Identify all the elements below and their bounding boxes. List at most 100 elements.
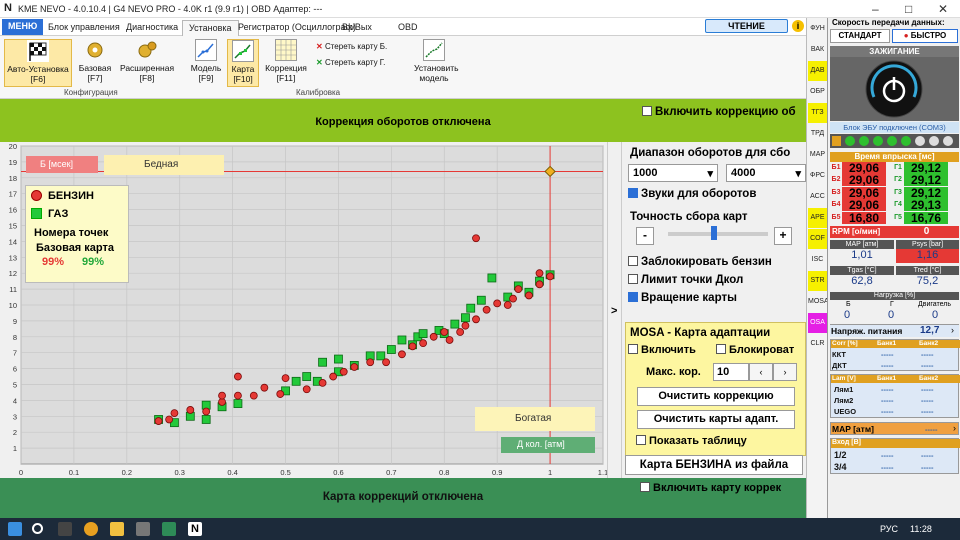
mosa-enable-checkbox[interactable]: Включить [628,344,696,356]
checkbox-box[interactable] [628,256,638,266]
gas-percent: 99% [82,256,105,268]
maximize-button[interactable]: □ [905,2,912,16]
map-button[interactable]: Карта [F10] [227,39,259,87]
app-icon-1[interactable] [136,522,150,536]
show-table-checkbox[interactable]: Показать таблицу [636,435,747,447]
sidenav-фрс[interactable]: ФРС [808,166,827,186]
standard-speed-button[interactable]: СТАНДАРТ [830,29,890,43]
menu-tab-main[interactable]: МЕНЮ [2,19,44,35]
sidenav-str[interactable]: STR [808,271,827,291]
erase-petrol-map-button[interactable]: ✕ Стереть карту Б. [316,42,387,51]
petrol-injection-value: 29,06 [842,162,886,174]
chrome-icon[interactable] [84,522,98,536]
checkbox-box[interactable] [640,482,650,492]
y-tick-label: 4 [13,396,17,405]
point-limit-checkbox[interactable]: Лимит точки Дкол [628,274,743,286]
close-button[interactable]: ✕ [938,2,948,16]
checkbox-box[interactable] [636,435,646,445]
correction-button[interactable]: Коррекция [F11] [262,39,310,83]
petrol-injection-value: 29,06 [842,186,886,199]
sidenav-обр[interactable]: ОБР [808,82,827,102]
enable-rpm-correction-label: Включить коррекцию об [655,106,796,118]
auto-setup-button[interactable]: Авто-Установка [F6] [4,39,72,87]
read-button[interactable]: ЧТЕНИЕ [705,19,788,33]
y-tick-label: 17 [9,190,17,199]
task-view-icon[interactable] [58,522,72,536]
map2-label: MAP [атм] [832,424,874,434]
y-tick-label: 3 [13,412,17,421]
sidenav-трд[interactable]: ТРД [808,124,827,144]
checkbox-box[interactable] [642,106,652,116]
map-rotation-checkbox[interactable]: Вращение карты [628,292,737,304]
checkered-flag-icon [27,40,49,62]
clear-correction-button[interactable]: Очистить коррекцию [637,387,795,406]
checkbox-box[interactable] [628,292,638,302]
sidenav-clr[interactable]: CLR [808,334,827,354]
clock[interactable]: 11:28 [910,524,932,534]
precision-slider-thumb[interactable] [711,226,717,240]
fast-speed-button[interactable]: ● БЫСТРО [892,29,958,43]
rpm-sounds-checkbox[interactable]: Звуки для оборотов [628,188,756,200]
precision-minus-button[interactable]: - [636,227,654,245]
search-icon[interactable] [32,523,43,534]
max-correction-input[interactable]: 10 [713,363,749,381]
sidenav-вак[interactable]: ВАК [808,40,827,60]
load-petrol-map-button[interactable]: Карта БЕНЗИНА из файла [625,455,803,475]
checkbox-box[interactable] [628,344,638,354]
precision-plus-button[interactable]: + [774,227,792,245]
base-setup-button[interactable]: Базовая [F7] [76,39,114,83]
extended-setup-button[interactable]: Расширенная [F8] [118,39,176,83]
precision-slider-track[interactable] [668,232,768,236]
map-label: Карта [F10] [231,64,255,84]
y-tick-label: 19 [9,158,17,167]
checkbox-box[interactable] [628,188,638,198]
rpm-to-select[interactable]: 4000 ▾ [726,164,806,182]
block-petrol-checkbox[interactable]: Заблокировать бензин [628,256,772,268]
windows-start-icon[interactable] [8,522,22,536]
kkt-label: ККТ [832,350,846,359]
sidenav-асс[interactable]: АСС [808,187,827,207]
info-icon[interactable]: i [792,20,804,32]
gas-point [318,357,327,367]
voltage-row[interactable]: Напряж. питания 12,7 › [830,324,959,337]
sidenav-mosa[interactable]: MOSA [808,292,829,312]
sidenav-мар[interactable]: МАР [808,145,827,165]
sidenav-тгз[interactable]: ТГЗ [808,103,827,123]
mosa-block-checkbox[interactable]: Блокироват [716,344,806,356]
gear-gold-icon [84,39,106,61]
sidenav-osa[interactable]: OSA [808,313,827,333]
checkbox-box[interactable] [628,274,638,284]
ribbon: Авто-Установка [F6] Базовая [F7] Расшире… [0,36,806,99]
petrol-point [472,234,480,243]
panel-toggle[interactable]: > [607,142,622,478]
folder-icon[interactable] [110,522,124,536]
sidenav-фун[interactable]: ФУН [808,19,827,39]
gas-point [302,372,312,381]
sidenav-аре[interactable]: АРЕ [808,208,827,228]
menu-tab-diagnostics[interactable]: Диагностика [120,20,184,36]
petrol-point [382,358,390,367]
menu-tab-obd[interactable]: OBD [392,20,424,36]
menu-tab-setup[interactable]: Установка [182,20,239,36]
erase-gas-map-button[interactable]: ✕ Стереть карту Г. [316,58,385,67]
menu-tab-ecu[interactable]: Блок управления [42,20,126,36]
menu-tab-io[interactable]: Вх/Вых [336,20,378,36]
sidenav-cof[interactable]: COF [808,229,827,249]
language-indicator[interactable]: РУС [880,524,898,534]
enable-rpm-correction-checkbox[interactable]: Включить коррекцию об [642,106,806,118]
minimize-button[interactable]: – [872,2,879,16]
correction-section: Corr [%] Банк1 Банк2 ККТ ----- ----- ДКТ… [830,339,960,371]
kme-nevo-taskbar-icon[interactable]: N [188,522,202,536]
map2-row[interactable]: MAP [атм] ----- › [830,422,959,435]
increment-button[interactable]: › [773,363,797,381]
model-button[interactable]: Модель [F9] [188,39,224,83]
app-icon-2[interactable] [162,522,176,536]
set-model-button[interactable]: Установить модель [414,39,459,83]
rpm-from-select[interactable]: 1000 ▾ [628,164,718,182]
sidenav-дав[interactable]: ДАВ [808,61,827,81]
checkbox-box[interactable] [716,344,726,354]
enable-correction-map-checkbox[interactable]: Включить карту коррек [640,482,806,494]
clear-adapt-maps-button[interactable]: Очистить карты адапт. [637,410,795,429]
sidenav-isc[interactable]: ISC [808,250,827,270]
decrement-button[interactable]: ‹ [749,363,773,381]
